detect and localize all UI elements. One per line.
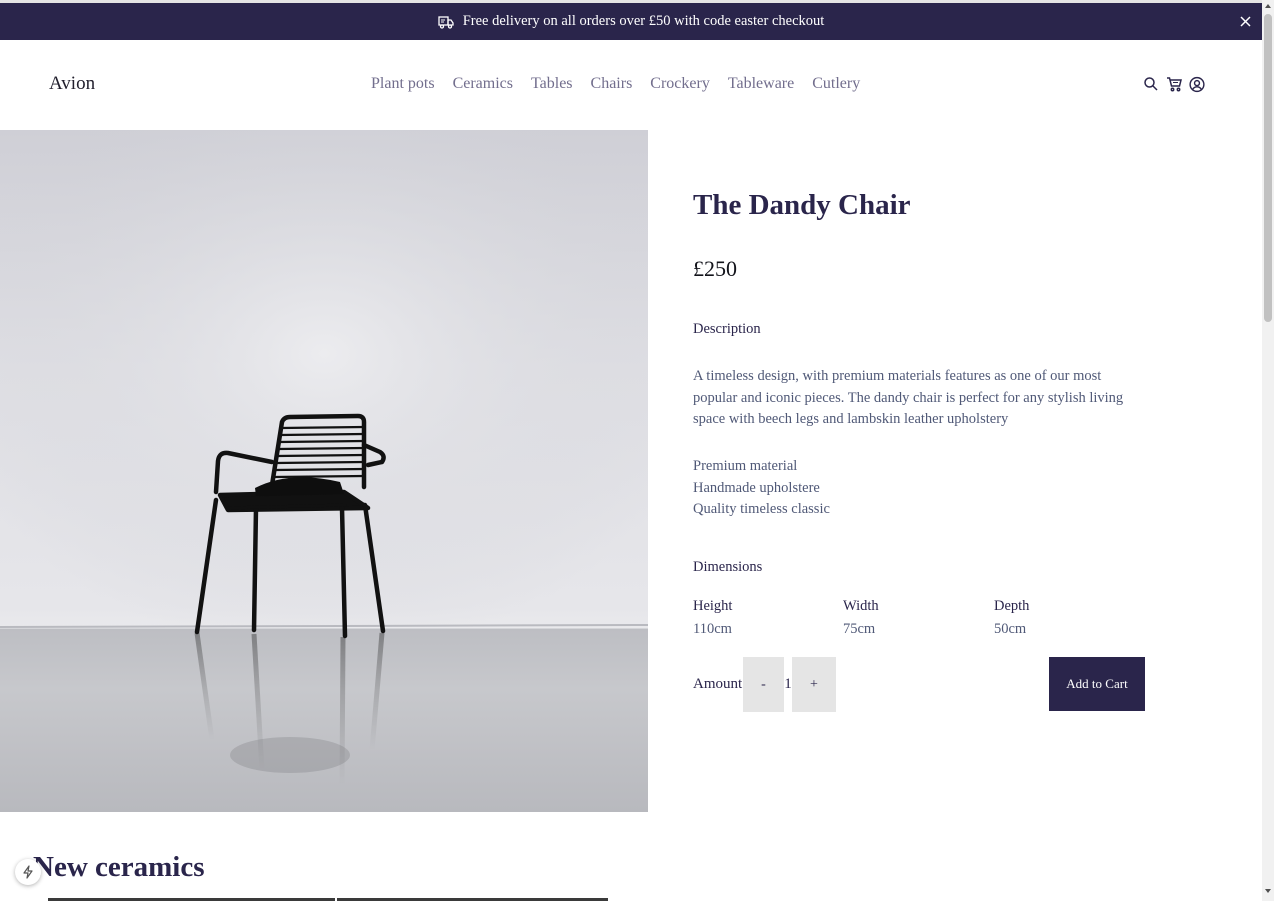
cart-icon[interactable] xyxy=(1166,76,1182,92)
quantity-value: 1 xyxy=(784,676,792,692)
dimension-height: Height 110cm xyxy=(693,598,732,638)
logo[interactable]: Avion xyxy=(49,73,95,95)
search-icon[interactable] xyxy=(1143,76,1159,92)
amount-label: Amount xyxy=(693,676,743,692)
dimension-label: Height xyxy=(693,598,733,614)
page-scrollbar[interactable] xyxy=(1262,0,1274,901)
nav-item-plant-pots[interactable]: Plant pots xyxy=(371,75,435,93)
section-title: New ceramics xyxy=(33,851,205,883)
dimension-value: 110cm xyxy=(693,621,732,637)
nav-item-tables[interactable]: Tables xyxy=(531,75,573,93)
feature-list: Premium material Handmade upholstere Qua… xyxy=(693,456,830,521)
site-header: Avion Plant pots Ceramics Tables Chairs … xyxy=(0,40,1262,130)
quantity-increase-button[interactable]: + xyxy=(792,657,836,712)
product-title: The Dandy Chair xyxy=(693,189,911,221)
bolt-icon[interactable] xyxy=(15,859,41,885)
feature-item: Handmade upholstere xyxy=(693,479,820,496)
quantity-decrease-button[interactable]: - xyxy=(743,657,784,712)
delivery-truck-icon xyxy=(438,15,454,29)
nav-item-cutlery[interactable]: Cutlery xyxy=(812,75,860,93)
dimension-value: 50cm xyxy=(994,621,1027,637)
description-label: Description xyxy=(693,321,761,337)
dimension-value: 75cm xyxy=(843,621,876,637)
close-icon[interactable] xyxy=(1236,12,1254,30)
banner-text: Free delivery on all orders over £50 wit… xyxy=(462,13,825,29)
nav-item-tableware[interactable]: Tableware xyxy=(728,75,794,93)
header-icons xyxy=(1143,76,1205,93)
nav-item-chairs[interactable]: Chairs xyxy=(591,75,633,93)
scrollbar-thumb[interactable] xyxy=(1264,14,1272,322)
announcement-banner: Free delivery on all orders over £50 wit… xyxy=(0,3,1262,40)
chair-photo xyxy=(0,130,648,786)
product-image xyxy=(0,130,648,812)
feature-item: Premium material xyxy=(693,458,798,474)
product-price: £250 xyxy=(693,256,737,281)
dimensions-label: Dimensions xyxy=(693,559,763,575)
user-account-icon[interactable] xyxy=(1189,76,1205,93)
scroll-down-arrow-icon[interactable] xyxy=(1265,889,1271,893)
nav-item-ceramics[interactable]: Ceramics xyxy=(453,75,513,93)
dimension-width: Width 75cm xyxy=(843,598,879,638)
nav-item-crockery[interactable]: Crockery xyxy=(650,75,710,93)
dimension-depth: Depth 50cm xyxy=(994,598,1029,638)
add-to-cart-button[interactable]: Add to Cart xyxy=(1049,657,1145,711)
dimension-label: Depth xyxy=(994,598,1030,614)
description-text: A timeless design, with premium material… xyxy=(693,368,1124,427)
main-nav: Plant pots Ceramics Tables Chairs Crocke… xyxy=(371,75,860,93)
dimension-label: Width xyxy=(843,598,879,614)
scroll-up-arrow-icon[interactable] xyxy=(1265,4,1271,8)
feature-item: Quality timeless classic xyxy=(693,501,830,517)
page: Free delivery on all orders over £50 wit… xyxy=(0,0,1262,901)
